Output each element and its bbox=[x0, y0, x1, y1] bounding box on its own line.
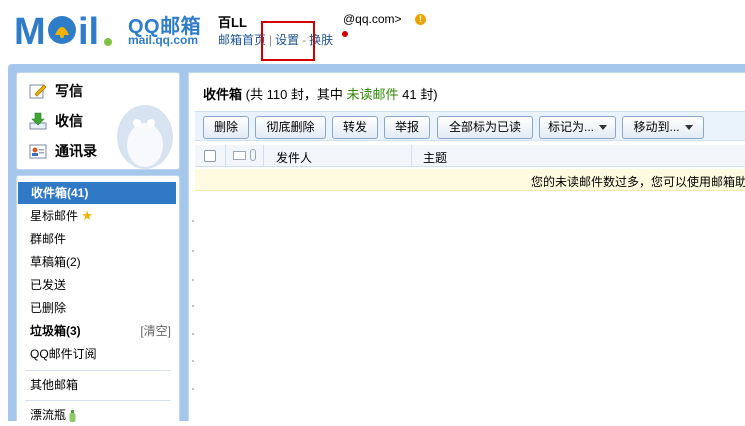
envelope-icon bbox=[233, 151, 246, 160]
permanent-delete-button[interactable]: 彻底删除 bbox=[255, 116, 326, 139]
folder-label: QQ邮件订阅 bbox=[30, 347, 97, 361]
folder-spam[interactable]: 垃圾箱(3) [清空] bbox=[17, 320, 179, 342]
unread-link[interactable]: 未读邮件 bbox=[347, 87, 399, 102]
folder-sent[interactable]: 已发送 bbox=[17, 274, 179, 296]
folder-label: 其他邮箱 bbox=[30, 378, 79, 392]
delete-button[interactable]: 删除 bbox=[203, 116, 249, 139]
list-marker bbox=[192, 250, 194, 252]
list-marker bbox=[192, 388, 194, 390]
inbox-summary-suffix: 41 封) bbox=[398, 87, 438, 102]
svg-text:il: il bbox=[78, 11, 99, 50]
folder-inbox[interactable]: 收件箱(41) bbox=[18, 182, 176, 204]
subject-column-header[interactable]: 主题 bbox=[423, 149, 447, 166]
mark-all-read-button[interactable]: 全部标为已读 bbox=[437, 116, 533, 139]
folder-group[interactable]: 群邮件 bbox=[17, 228, 179, 250]
compose-button[interactable]: 写信 bbox=[29, 81, 83, 101]
folder-divider bbox=[25, 370, 171, 371]
notification-dot bbox=[342, 31, 348, 37]
folder-label: 已发送 bbox=[30, 278, 67, 292]
highlight-box bbox=[261, 21, 315, 61]
move-to-dropdown[interactable]: 移动到... bbox=[622, 116, 704, 139]
home-link[interactable]: 邮箱首页 bbox=[218, 33, 266, 47]
list-marker bbox=[192, 333, 194, 335]
user-email: @qq.com> bbox=[343, 12, 402, 26]
unread-notice-text: 您的未读邮件数过多，您可以使用邮箱助 bbox=[531, 175, 745, 189]
top-header: M il QQ邮箱 mail.qq.com 百LL @qq.com> ! 邮箱首… bbox=[0, 0, 745, 64]
contacts-label: 通讯录 bbox=[55, 143, 97, 159]
select-all-checkbox[interactable] bbox=[204, 150, 216, 162]
mail-list-panel: 收件箱 (共 110 封，其中 未读邮件 41 封) 删除 彻底删除 转发 举报… bbox=[188, 72, 745, 421]
folder-label: 收件箱(41) bbox=[31, 186, 89, 200]
folder-drafts[interactable]: 草稿箱(2) bbox=[17, 251, 179, 273]
unread-notice-bar: 您的未读邮件数过多，您可以使用邮箱助 bbox=[195, 169, 745, 191]
report-button[interactable]: 举报 bbox=[384, 116, 430, 139]
folder-subscriptions[interactable]: QQ邮件订阅 bbox=[17, 343, 179, 365]
svg-text:M: M bbox=[14, 11, 46, 50]
folder-label: 已删除 bbox=[30, 301, 67, 315]
qq-penguin-watermark bbox=[117, 105, 173, 169]
chevron-down-icon bbox=[599, 125, 607, 131]
list-marker bbox=[192, 305, 194, 307]
folder-list: 收件箱(41) 星标邮件 ★ 群邮件 草稿箱(2) 已发送 已删除 垃圾箱(3)… bbox=[16, 175, 180, 422]
warning-icon[interactable]: ! bbox=[415, 14, 426, 25]
forward-button[interactable]: 转发 bbox=[332, 116, 378, 139]
folder-label: 群邮件 bbox=[30, 232, 67, 246]
download-icon bbox=[29, 112, 47, 130]
folder-divider bbox=[25, 400, 171, 401]
folder-drift-bottle[interactable]: 漂流瓶 bbox=[17, 404, 179, 426]
qq-mail-logo[interactable]: M il bbox=[14, 8, 126, 50]
folder-label: 漂流瓶 bbox=[30, 408, 67, 422]
mark-as-dropdown[interactable]: 标记为... bbox=[539, 116, 616, 139]
star-icon: ★ bbox=[81, 208, 94, 223]
user-nickname: 百LL bbox=[218, 15, 247, 30]
contacts-button[interactable]: 通讯录 bbox=[29, 141, 97, 161]
inbox-summary-prefix: (共 110 封，其中 bbox=[242, 87, 347, 102]
pencil-icon bbox=[29, 84, 47, 99]
logo-domain: mail.qq.com bbox=[128, 33, 199, 47]
sender-column-header[interactable]: 发件人 bbox=[276, 149, 312, 166]
folder-starred[interactable]: 星标邮件 ★ bbox=[17, 205, 179, 227]
inbox-heading: 收件箱 (共 110 封，其中 未读邮件 41 封) bbox=[203, 84, 438, 103]
mail-list-header: 发件人 主题 bbox=[195, 145, 745, 167]
list-marker bbox=[192, 220, 194, 222]
chevron-down-icon bbox=[684, 125, 693, 131]
column-divider bbox=[225, 145, 226, 167]
sidebar-actions: 写信 收信 通讯录 bbox=[16, 72, 180, 170]
inbox-title: 收件箱 bbox=[203, 87, 243, 102]
folder-deleted[interactable]: 已删除 bbox=[17, 297, 179, 319]
bottle-icon bbox=[69, 409, 76, 422]
list-marker bbox=[192, 279, 194, 281]
folder-label: 星标邮件 bbox=[30, 209, 79, 223]
column-divider bbox=[411, 145, 412, 167]
list-marker bbox=[192, 360, 194, 362]
folder-label: 垃圾箱(3) bbox=[30, 324, 81, 338]
compose-label: 写信 bbox=[55, 83, 83, 99]
folder-label: 草稿箱(2) bbox=[30, 255, 81, 269]
receive-button[interactable]: 收信 bbox=[29, 111, 83, 131]
receive-label: 收信 bbox=[55, 113, 83, 129]
mail-toolbar: 删除 彻底删除 转发 举报 全部标为已读 标记为... 移动到... bbox=[195, 111, 745, 141]
attachment-icon bbox=[250, 149, 256, 161]
empty-spam-link[interactable]: [清空] bbox=[140, 320, 171, 342]
contacts-icon bbox=[29, 144, 47, 159]
column-divider bbox=[263, 145, 264, 167]
folder-other-mailboxes[interactable]: 其他邮箱 bbox=[17, 374, 179, 396]
